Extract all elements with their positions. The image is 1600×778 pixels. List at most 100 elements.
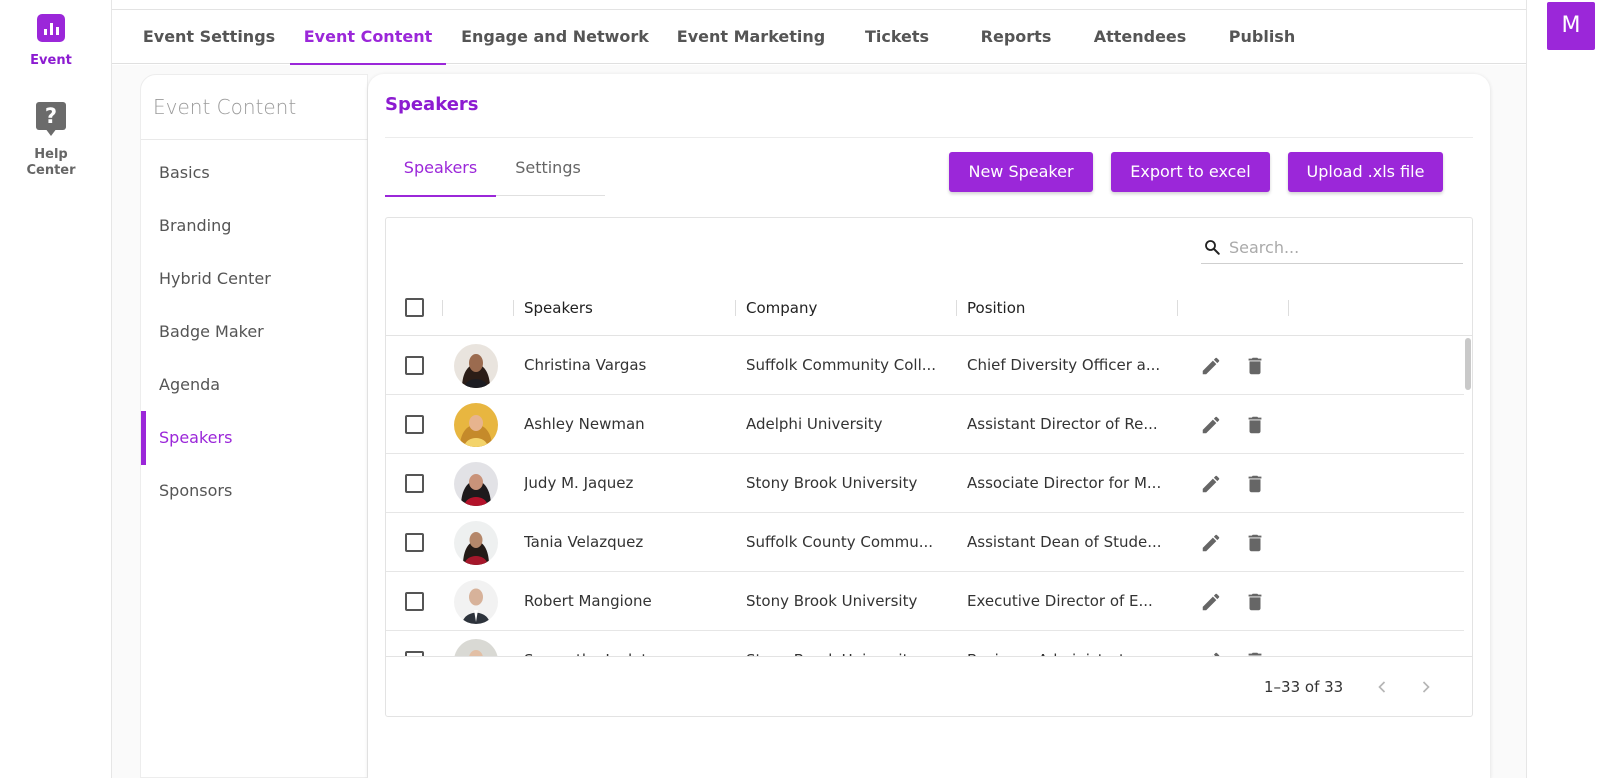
speaker-company: Adelphi University <box>746 415 883 433</box>
rail-item-event[interactable]: Event <box>0 14 102 68</box>
speaker-company: Suffolk Community Coll... <box>746 356 937 374</box>
help-glyph: ? <box>36 102 66 130</box>
export-to-excel-button[interactable]: Export to excel <box>1111 152 1270 192</box>
tab-reports[interactable]: Reports <box>968 10 1064 64</box>
speaker-avatar <box>454 580 498 624</box>
table-row[interactable]: Tania Velazquez Suffolk County Commu... … <box>386 513 1464 572</box>
speakers-subtabs: Speakers Settings <box>385 148 605 197</box>
help-bubble-icon: ? <box>36 102 66 136</box>
pencil-icon[interactable] <box>1200 532 1222 554</box>
speaker-avatar <box>454 639 498 656</box>
speaker-position: Business Administrator... <box>967 631 1172 656</box>
sidebar-item-hybrid-center[interactable]: Hybrid Center <box>141 252 369 306</box>
table-row[interactable]: Samantha Lodato Stony Brook University B… <box>386 631 1464 656</box>
tab-event-marketing[interactable]: Event Marketing <box>668 10 834 64</box>
column-separator <box>956 300 957 316</box>
left-rail: Event ? Help Center <box>0 0 112 778</box>
tab-attendees[interactable]: Attendees <box>1080 10 1200 64</box>
rail-help-label: Help Center <box>0 147 102 179</box>
card-divider <box>385 137 1473 138</box>
column-separator <box>735 300 736 316</box>
speakers-table: Speakers Company Position Christina Varg… <box>385 217 1473 717</box>
table-row[interactable]: Robert Mangione Stony Brook University E… <box>386 572 1464 631</box>
chevron-left-icon[interactable] <box>1372 677 1392 697</box>
column-separator <box>442 300 443 316</box>
speaker-name: Ashley Newman <box>524 415 645 433</box>
sidebar-item-speakers[interactable]: Speakers <box>141 411 369 465</box>
upload-xls-button[interactable]: Upload .xls file <box>1288 152 1443 192</box>
speaker-company: Stony Brook University <box>746 474 918 492</box>
sidebar-item-agenda[interactable]: Agenda <box>141 358 369 412</box>
search-icon <box>1205 240 1220 255</box>
rail-help-label-line2: Center <box>26 163 76 178</box>
speaker-avatar <box>454 462 498 506</box>
search-input[interactable] <box>1229 234 1454 260</box>
speaker-position: Chief Diversity Officer a... <box>967 356 1161 374</box>
tab-engage-and-network[interactable]: Engage and Network <box>452 10 658 64</box>
tab-event-settings[interactable]: Event Settings <box>134 10 284 64</box>
speaker-name: Christina Vargas <box>524 356 647 374</box>
trash-icon[interactable] <box>1244 355 1266 377</box>
column-separator <box>1177 300 1178 316</box>
column-header-company[interactable]: Company <box>746 280 817 336</box>
table-body: Christina Vargas Suffolk Community Coll.… <box>386 336 1464 656</box>
top-nav: Event Settings Event Content Engage and … <box>112 10 1526 65</box>
trash-icon[interactable] <box>1244 532 1266 554</box>
pagination-info: 1–33 of 33 <box>1264 678 1344 696</box>
row-checkbox[interactable] <box>405 533 424 552</box>
column-separator <box>1288 300 1289 316</box>
table-scrollbar[interactable] <box>1464 336 1472 656</box>
trash-icon[interactable] <box>1244 414 1266 436</box>
subtab-settings[interactable]: Settings <box>496 148 600 196</box>
table-row[interactable]: Ashley Newman Adelphi University Assista… <box>386 395 1464 454</box>
sidebar-divider <box>141 139 369 140</box>
speaker-name: Judy M. Jaquez <box>524 474 634 492</box>
speaker-avatar <box>454 521 498 565</box>
speaker-position: Executive Director of E... <box>967 592 1153 610</box>
table-row[interactable]: Judy M. Jaquez Stony Brook University As… <box>386 454 1464 513</box>
speaker-position: Assistant Dean of Stude... <box>967 533 1162 551</box>
user-avatar-button[interactable]: M <box>1547 2 1595 50</box>
page-title: Speakers <box>385 94 479 115</box>
pencil-icon[interactable] <box>1200 414 1222 436</box>
speakers-card: Speakers Speakers Settings New Speaker E… <box>368 74 1490 778</box>
new-speaker-button[interactable]: New Speaker <box>949 152 1093 192</box>
tab-publish[interactable]: Publish <box>1212 10 1312 64</box>
subtab-speakers[interactable]: Speakers <box>385 148 496 197</box>
search-field[interactable] <box>1201 232 1463 264</box>
trash-icon[interactable] <box>1244 591 1266 613</box>
table-footer: 1–33 of 33 <box>386 656 1472 716</box>
tab-tickets[interactable]: Tickets <box>852 10 942 64</box>
speaker-company: Stony Brook University <box>746 631 951 656</box>
column-header-speakers[interactable]: Speakers <box>524 280 593 336</box>
sidebar-item-badge-maker[interactable]: Badge Maker <box>141 305 369 359</box>
table-row[interactable]: Christina Vargas Suffolk Community Coll.… <box>386 336 1464 395</box>
pencil-icon[interactable] <box>1200 355 1222 377</box>
speaker-avatar <box>454 403 498 447</box>
select-all-checkbox[interactable] <box>405 298 424 317</box>
speaker-name: Robert Mangione <box>524 592 652 610</box>
speaker-name: Samantha Lodato <box>524 631 729 656</box>
rail-item-help-center[interactable]: ? Help Center <box>0 102 102 179</box>
rail-event-label: Event <box>30 53 72 68</box>
sidebar-item-branding[interactable]: Branding <box>141 199 369 253</box>
speaker-company: Stony Brook University <box>746 592 918 610</box>
pencil-icon[interactable] <box>1200 473 1222 495</box>
speaker-company: Suffolk County Commu... <box>746 533 934 551</box>
sidebar-item-basics[interactable]: Basics <box>141 146 369 200</box>
sidebar-item-sponsors[interactable]: Sponsors <box>141 464 369 518</box>
trash-icon[interactable] <box>1244 473 1266 495</box>
rail-help-label-line1: Help <box>34 147 68 162</box>
right-strip: M <box>1526 0 1600 778</box>
row-checkbox[interactable] <box>405 592 424 611</box>
sidebar-title: Event Content <box>153 95 297 119</box>
column-header-position[interactable]: Position <box>967 280 1025 336</box>
row-checkbox[interactable] <box>405 415 424 434</box>
column-separator <box>513 300 514 316</box>
row-checkbox[interactable] <box>405 474 424 493</box>
chevron-right-icon[interactable] <box>1416 677 1436 697</box>
scrollbar-thumb[interactable] <box>1465 338 1471 390</box>
pencil-icon[interactable] <box>1200 591 1222 613</box>
tab-event-content[interactable]: Event Content <box>290 10 446 65</box>
row-checkbox[interactable] <box>405 356 424 375</box>
